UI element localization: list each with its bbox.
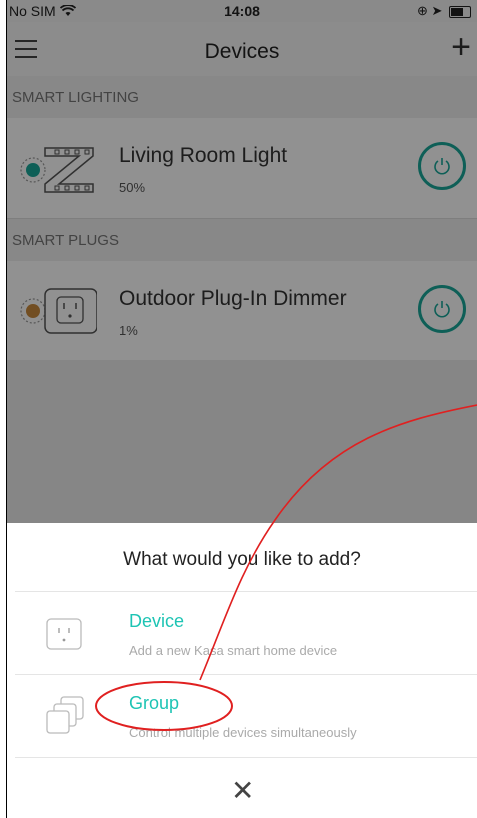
page-border (6, 0, 477, 818)
